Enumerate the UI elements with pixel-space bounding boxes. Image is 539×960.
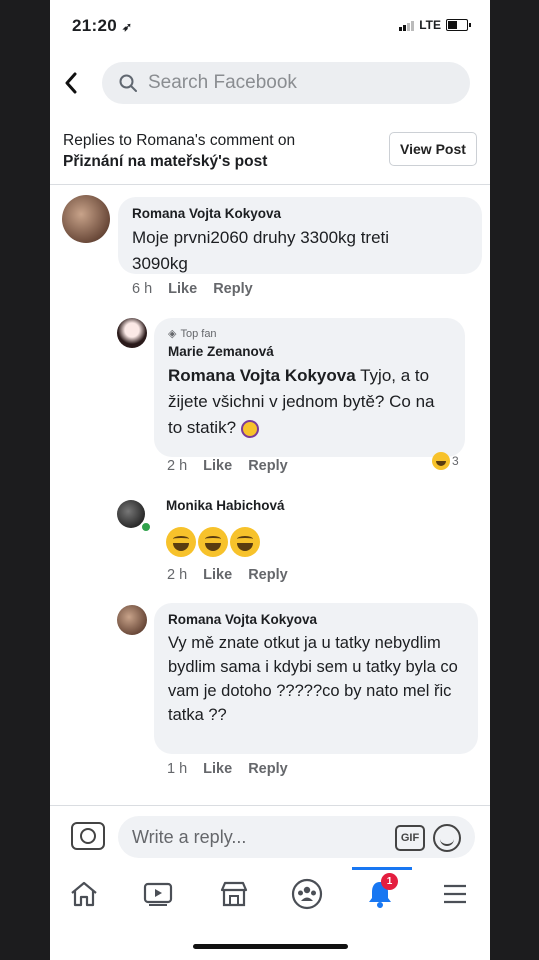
laughing-reaction-icon — [432, 452, 450, 470]
watch-icon[interactable] — [140, 877, 176, 911]
reply-button[interactable]: Reply — [248, 458, 288, 474]
diamond-icon: ◈ — [168, 328, 177, 340]
comment-time: 2 h — [167, 458, 188, 474]
comment-text: Moje prvni2060 druhy 3300kg treti 3090kg — [132, 228, 390, 273]
emoji-picker-icon[interactable] — [433, 824, 461, 852]
comment-time: 6 h — [132, 281, 153, 297]
comment-bubble-2: ◈ Top fan Marie Zemanová Romana Vojta Ko… — [154, 318, 465, 457]
marketplace-icon[interactable] — [216, 877, 252, 911]
reply-button[interactable]: Reply — [248, 761, 288, 777]
search-bar[interactable]: Search Facebook — [102, 62, 470, 104]
phone-screen: 21:20 ➶ LTE Search Facebook Replies to R… — [50, 0, 490, 960]
comment-actions-1: 6 h Like Reply — [132, 281, 253, 297]
like-button[interactable]: Like — [203, 458, 232, 474]
battery-icon — [446, 19, 471, 31]
like-button[interactable]: Like — [168, 281, 197, 297]
comment-author[interactable]: Romana Vojta Kokyova — [168, 612, 464, 627]
laughing-emoji-icon — [166, 527, 196, 557]
like-button[interactable]: Like — [203, 567, 232, 583]
laughing-emojis — [166, 527, 285, 557]
bottom-tab-bar: 1 — [50, 867, 490, 923]
reply-input[interactable]: Write a reply... GIF — [118, 816, 475, 858]
status-time: 21:20 ➶ — [72, 16, 132, 36]
location-icon: ➶ — [122, 20, 133, 34]
avatar-romana[interactable] — [62, 195, 110, 243]
comment-bubble-4: Romana Vojta Kokyova Vy mě znate otkut j… — [154, 603, 478, 754]
comment-bubble-1: Romana Vojta Kokyova Moje prvni2060 druh… — [118, 197, 482, 274]
comment-time: 1 h — [167, 761, 188, 777]
online-status-icon — [140, 521, 152, 533]
comment-actions-3: 2 h Like Reply — [167, 567, 288, 583]
reply-placeholder: Write a reply... — [132, 827, 247, 847]
facepalm-emoji-icon — [240, 419, 259, 438]
comment-actions-4: 1 h Like Reply — [167, 761, 288, 777]
camera-icon[interactable] — [71, 822, 105, 850]
search-icon — [118, 73, 138, 93]
reply-button[interactable]: Reply — [248, 567, 288, 583]
top-fan-label: Top fan — [180, 327, 217, 340]
comment-author[interactable]: Romana Vojta Kokyova — [132, 206, 468, 221]
comment-author[interactable]: Marie Zemanová — [168, 344, 451, 359]
avatar-romana[interactable] — [117, 605, 147, 635]
reaction-count-text: 3 — [452, 454, 459, 468]
gif-button[interactable]: GIF — [395, 825, 425, 851]
reply-button[interactable]: Reply — [213, 281, 253, 297]
like-button[interactable]: Like — [203, 761, 232, 777]
signal-icon — [399, 20, 415, 31]
header-divider — [50, 184, 490, 185]
comment-3: Monika Habichová — [166, 498, 285, 557]
replies-header-line2: Přiznání na mateřský's post — [63, 153, 268, 170]
active-tab-indicator — [352, 867, 412, 870]
menu-icon[interactable] — [437, 877, 473, 911]
avatar-marie[interactable] — [117, 318, 147, 348]
laughing-emoji-icon — [198, 527, 228, 557]
home-indicator[interactable] — [193, 944, 348, 949]
status-indicators: LTE — [399, 18, 471, 32]
laughing-emoji-icon — [230, 527, 260, 557]
reply-composer: Write a reply... GIF — [50, 805, 490, 868]
groups-icon[interactable] — [289, 877, 325, 911]
comment-text: Vy mě znate otkut ja u tatky nebydlim by… — [168, 634, 458, 724]
network-label: LTE — [419, 18, 441, 32]
back-chevron-icon[interactable] — [64, 70, 78, 101]
comment-text: Romana Vojta Kokyova Tyjo, a to žijete v… — [168, 363, 451, 441]
notification-badge: 1 — [381, 873, 398, 890]
replies-header: Replies to Romana's comment on Přiznání … — [63, 130, 373, 172]
notifications-icon[interactable]: 1 — [352, 867, 412, 911]
top-fan-badge: ◈ Top fan — [168, 327, 451, 341]
home-icon[interactable] — [66, 877, 102, 911]
status-time-text: 21:20 — [72, 16, 117, 35]
comment-mention[interactable]: Romana Vojta Kokyova — [168, 366, 356, 385]
comment-actions-2: 2 h Like Reply — [167, 458, 288, 474]
search-placeholder: Search Facebook — [148, 72, 297, 93]
reaction-count[interactable]: 3 — [432, 452, 459, 470]
comment-author[interactable]: Monika Habichová — [166, 498, 285, 513]
comment-time: 2 h — [167, 567, 188, 583]
replies-header-line1: Replies to Romana's comment on — [63, 132, 296, 149]
view-post-button[interactable]: View Post — [389, 132, 477, 166]
